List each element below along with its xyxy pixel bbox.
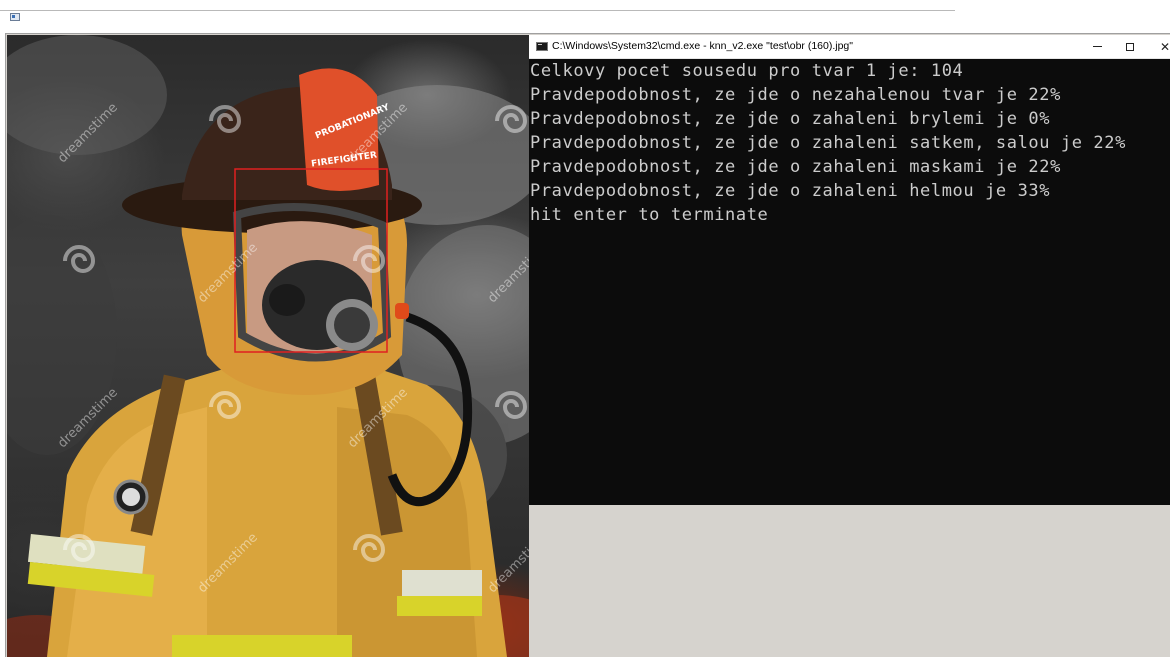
window-app-icon	[10, 13, 20, 21]
console-line: Pravdepodobnost, ze jde o zahaleni helmo…	[530, 181, 1051, 201]
maximize-button[interactable]	[1113, 35, 1147, 58]
console-line: Celkovy pocet sousedu pro tvar 1 je: 104	[530, 61, 964, 81]
maximize-icon	[1126, 42, 1134, 51]
console-line: Pravdepodobnost, ze jde o zahaleni satke…	[530, 133, 1126, 153]
minimize-button[interactable]	[1080, 35, 1114, 58]
cmd-titlebar[interactable]: C:\Windows\System32\cmd.exe - knn_v2.exe…	[529, 35, 1170, 59]
console-line: Pravdepodobnost, ze jde o zahaleni maska…	[530, 157, 1061, 177]
console-line: Pravdepodobnost, ze jde o zahaleni bryle…	[530, 109, 1051, 129]
cmd-output[interactable]: Celkovy pocet sousedu pro tvar 1 je: 104…	[529, 59, 1170, 505]
console-line: hit enter to terminate	[530, 205, 769, 225]
close-icon: ✕	[1159, 39, 1170, 54]
viewer-titlebar[interactable]	[0, 0, 1170, 30]
minimize-icon	[1092, 46, 1102, 47]
console-line: Pravdepodobnost, ze jde o nezahalenou tv…	[530, 85, 1061, 105]
cmd-window[interactable]: C:\Windows\System32\cmd.exe - knn_v2.exe…	[529, 35, 1170, 505]
firefighter-photo: PROBATIONARY FIREFIGHTER dreamstime drea…	[7, 35, 529, 657]
cmd-icon	[536, 42, 548, 51]
titlebar-divider	[0, 10, 955, 11]
cmd-window-title: C:\Windows\System32\cmd.exe - knn_v2.exe…	[552, 40, 853, 52]
close-button[interactable]: ✕	[1146, 35, 1170, 58]
